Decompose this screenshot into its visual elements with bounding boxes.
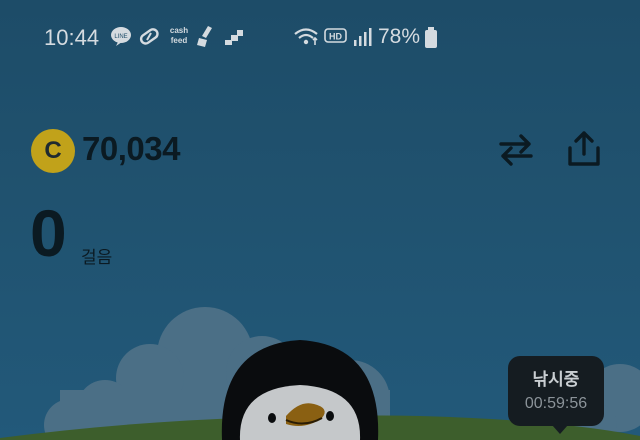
line-app-icon: LINE — [110, 26, 132, 51]
points-balance[interactable]: 70,034 — [82, 130, 180, 168]
signal-icon — [352, 27, 372, 52]
svg-text:feed: feed — [171, 36, 188, 45]
battery-percent: 78% — [378, 25, 421, 48]
share-icon — [568, 131, 600, 166]
fishing-status-label: 낚시중 — [532, 370, 580, 389]
cash-feed-icon: cash feed — [166, 24, 192, 51]
swap-icon — [499, 134, 533, 166]
battery-icon — [424, 27, 438, 54]
svg-text:cash: cash — [170, 26, 188, 35]
wifi-icon — [293, 27, 321, 52]
app-screen: 10:44 LINE cash feed HD 78% C 70,034 0 걸… — [0, 0, 640, 440]
swap-button[interactable] — [496, 132, 536, 168]
coin-icon: C — [31, 129, 75, 173]
step-count: 0 — [30, 196, 67, 270]
status-time: 10:44 — [44, 25, 100, 50]
hd-voice-icon: HD — [324, 27, 348, 50]
fishing-timer: 00:59:56 — [524, 395, 588, 412]
status-bar: 10:44 LINE cash feed HD 78% — [0, 0, 640, 76]
stairs-app-icon — [224, 28, 244, 51]
pill-icon — [138, 26, 160, 51]
cleaning-app-icon — [196, 24, 216, 53]
fishing-status-badge[interactable]: 낚시중 00:59:56 — [508, 356, 604, 434]
step-unit: 걸음 — [81, 248, 113, 267]
svg-text:LINE: LINE — [114, 34, 127, 40]
svg-text:HD: HD — [329, 32, 342, 42]
share-button[interactable] — [564, 130, 604, 166]
coin-letter: C — [44, 137, 62, 164]
